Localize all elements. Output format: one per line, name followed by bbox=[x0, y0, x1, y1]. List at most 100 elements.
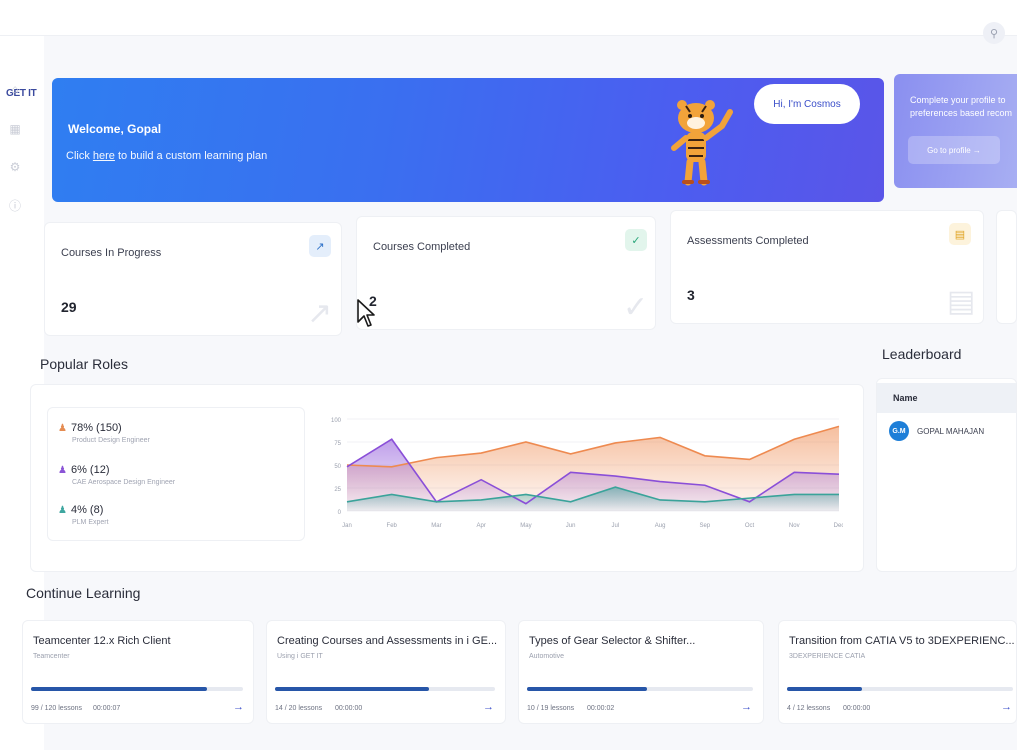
stat-card-partial bbox=[996, 210, 1017, 324]
stat-card-courses-completed[interactable]: Courses Completed 2 ✓ ✓ bbox=[356, 216, 656, 330]
x-tick-label: Jan bbox=[342, 523, 352, 529]
avatar: G.M bbox=[889, 421, 909, 441]
welcome-title: Welcome, Gopal bbox=[68, 122, 162, 136]
x-tick-label: Mar bbox=[431, 523, 441, 529]
person-icon: ♟ bbox=[58, 464, 67, 476]
arrow-right-icon[interactable]: → bbox=[233, 701, 244, 713]
person-icon: ♟ bbox=[58, 504, 67, 516]
x-tick-label: Jul bbox=[612, 523, 620, 529]
course-category: Teamcenter bbox=[33, 653, 70, 660]
home-icon[interactable]: ⌂ bbox=[8, 82, 22, 96]
check-circle-icon: ✓ bbox=[625, 229, 647, 251]
popular-roles-title: Popular Roles bbox=[40, 356, 128, 372]
stat-label: Courses In Progress bbox=[61, 247, 162, 259]
stat-value: 29 bbox=[61, 299, 77, 315]
role-name: CAE Aerospace Design Engineer bbox=[72, 479, 176, 486]
stat-label: Assessments Completed bbox=[687, 235, 809, 247]
profile-completion-card: Complete your profile to preferences bas… bbox=[894, 74, 1017, 188]
x-tick-label: May bbox=[520, 523, 531, 529]
scroll-icon: ▤ bbox=[949, 223, 971, 245]
welcome-subtitle: Click here to build a custom learning pl… bbox=[66, 150, 267, 162]
course-card[interactable]: Transition from CATIA V5 to 3DEXPERIENC.… bbox=[778, 620, 1017, 724]
course-category: Using i GET IT bbox=[277, 653, 323, 660]
app-root: ⚲ GET IT ⌂ ▦ ⚙ ⓘ Welcome, Gopal Click he… bbox=[0, 0, 1017, 750]
course-lessons: 10 / 19 lessons bbox=[527, 705, 575, 712]
course-title: Transition from CATIA V5 to 3DEXPERIENC.… bbox=[789, 635, 1015, 647]
course-progress-fill bbox=[527, 687, 647, 691]
arrow-right-icon[interactable]: → bbox=[1001, 701, 1012, 713]
course-lessons: 99 / 120 lessons bbox=[31, 705, 82, 712]
course-title: Teamcenter 12.x Rich Client bbox=[33, 635, 171, 647]
gear-icon[interactable]: ⚙ bbox=[8, 160, 22, 174]
course-time: 00:00:02 bbox=[587, 705, 615, 712]
x-tick-label: Dec bbox=[834, 523, 843, 529]
y-tick-label: 25 bbox=[334, 487, 341, 493]
course-card[interactable]: Types of Gear Selector & Shifter... Auto… bbox=[518, 620, 764, 724]
tiger-mascot-illustration bbox=[671, 100, 733, 186]
person-icon: ♟ bbox=[58, 422, 67, 434]
y-tick-label: 75 bbox=[334, 441, 341, 447]
role-name: PLM Expert bbox=[72, 519, 109, 526]
course-time: 00:00:00 bbox=[335, 705, 363, 712]
leaderboard-title: Leaderboard bbox=[882, 346, 962, 362]
course-title: Types of Gear Selector & Shifter... bbox=[529, 635, 696, 647]
scroll-watermark-icon: ▤ bbox=[947, 285, 976, 318]
book-icon[interactable]: ▦ bbox=[8, 122, 22, 136]
role-item[interactable]: ♟ 4% (8) PLM Expert bbox=[58, 504, 109, 526]
course-progress-track bbox=[275, 687, 495, 691]
y-tick-label: 0 bbox=[338, 510, 342, 516]
help-icon[interactable]: ⓘ bbox=[8, 198, 22, 213]
stat-value: 3 bbox=[687, 287, 695, 303]
popular-roles-card: ♟ 78% (150) Product Design Engineer ♟ 6% (… bbox=[30, 384, 864, 572]
build-plan-link[interactable]: here bbox=[93, 150, 115, 162]
x-tick-label: Sep bbox=[699, 523, 710, 529]
role-percent: 4% (8) bbox=[70, 504, 104, 516]
leaderboard-user-name: GOPAL MAHAJAN bbox=[917, 426, 985, 436]
y-tick-label: 100 bbox=[331, 418, 342, 424]
course-progress-fill bbox=[31, 687, 207, 691]
stat-card-assessments-completed[interactable]: Assessments Completed 3 ▤ ▤ bbox=[670, 210, 984, 324]
roles-legend: ♟ 78% (150) Product Design Engineer ♟ 6% (… bbox=[47, 407, 305, 541]
arrow-right-icon[interactable]: → bbox=[483, 701, 494, 713]
leaderboard-card: Name G.M GOPAL MAHAJAN bbox=[876, 378, 1017, 572]
course-category: Automotive bbox=[529, 653, 565, 660]
course-progress-track bbox=[527, 687, 753, 691]
role-name: Product Design Engineer bbox=[72, 437, 150, 444]
go-to-profile-button[interactable]: Go to profile → bbox=[908, 136, 1000, 164]
role-item[interactable]: ♟ 78% (150) Product Design Engineer bbox=[58, 422, 150, 444]
role-item[interactable]: ♟ 6% (12) CAE Aerospace Design Engineer bbox=[58, 464, 175, 486]
x-tick-label: Nov bbox=[789, 523, 800, 529]
trend-watermark-icon: ↗ bbox=[307, 297, 333, 330]
y-tick-label: 50 bbox=[334, 464, 341, 470]
trend-icon: ↗ bbox=[309, 235, 331, 257]
welcome-sub-prefix: Click bbox=[66, 150, 93, 162]
popular-roles-chart: 0 25 50 75 100 Jan Feb Mar Apr May Jun Jul Aug Sep Oct… bbox=[331, 418, 843, 529]
x-tick-label: Aug bbox=[655, 523, 666, 529]
course-progress-fill bbox=[275, 687, 429, 691]
x-tick-label: Feb bbox=[387, 523, 398, 529]
course-progress-fill bbox=[787, 687, 862, 691]
search-icon[interactable]: ⚲ bbox=[983, 22, 1005, 44]
x-tick-label: Apr bbox=[477, 523, 486, 529]
role-percent: 78% (150) bbox=[70, 422, 122, 434]
course-title: Creating Courses and Assessments in i GE… bbox=[277, 635, 498, 647]
top-bar: ⚲ bbox=[0, 0, 1017, 44]
arrow-right-icon[interactable]: → bbox=[741, 701, 752, 713]
course-card[interactable]: Teamcenter 12.x Rich Client Teamcenter 9… bbox=[22, 620, 254, 724]
course-card[interactable]: Creating Courses and Assessments in i GE… bbox=[266, 620, 506, 724]
welcome-banner: Welcome, Gopal Click here to build a cus… bbox=[52, 78, 884, 202]
mascot-speech-bubble: Hi, I'm Cosmos bbox=[754, 84, 860, 124]
course-lessons: 14 / 20 lessons bbox=[275, 705, 323, 712]
leaderboard-row[interactable]: G.M GOPAL MAHAJAN bbox=[889, 421, 984, 441]
course-category: 3DEXPERIENCE CATIA bbox=[789, 653, 866, 660]
course-lessons: 4 / 12 lessons bbox=[787, 705, 831, 712]
check-watermark-icon: ✓ bbox=[623, 291, 649, 324]
role-percent: 6% (12) bbox=[70, 464, 110, 476]
x-tick-label: Jun bbox=[566, 523, 576, 529]
stat-card-courses-in-progress[interactable]: Courses In Progress 29 ↗ ↗ bbox=[44, 222, 342, 336]
welcome-sub-suffix: to build a custom learning plan bbox=[114, 150, 268, 162]
continue-learning-title: Continue Learning bbox=[26, 585, 141, 601]
course-time: 00:00:00 bbox=[843, 705, 871, 712]
leaderboard-column-name: Name bbox=[877, 383, 1016, 413]
course-progress-track bbox=[31, 687, 243, 691]
